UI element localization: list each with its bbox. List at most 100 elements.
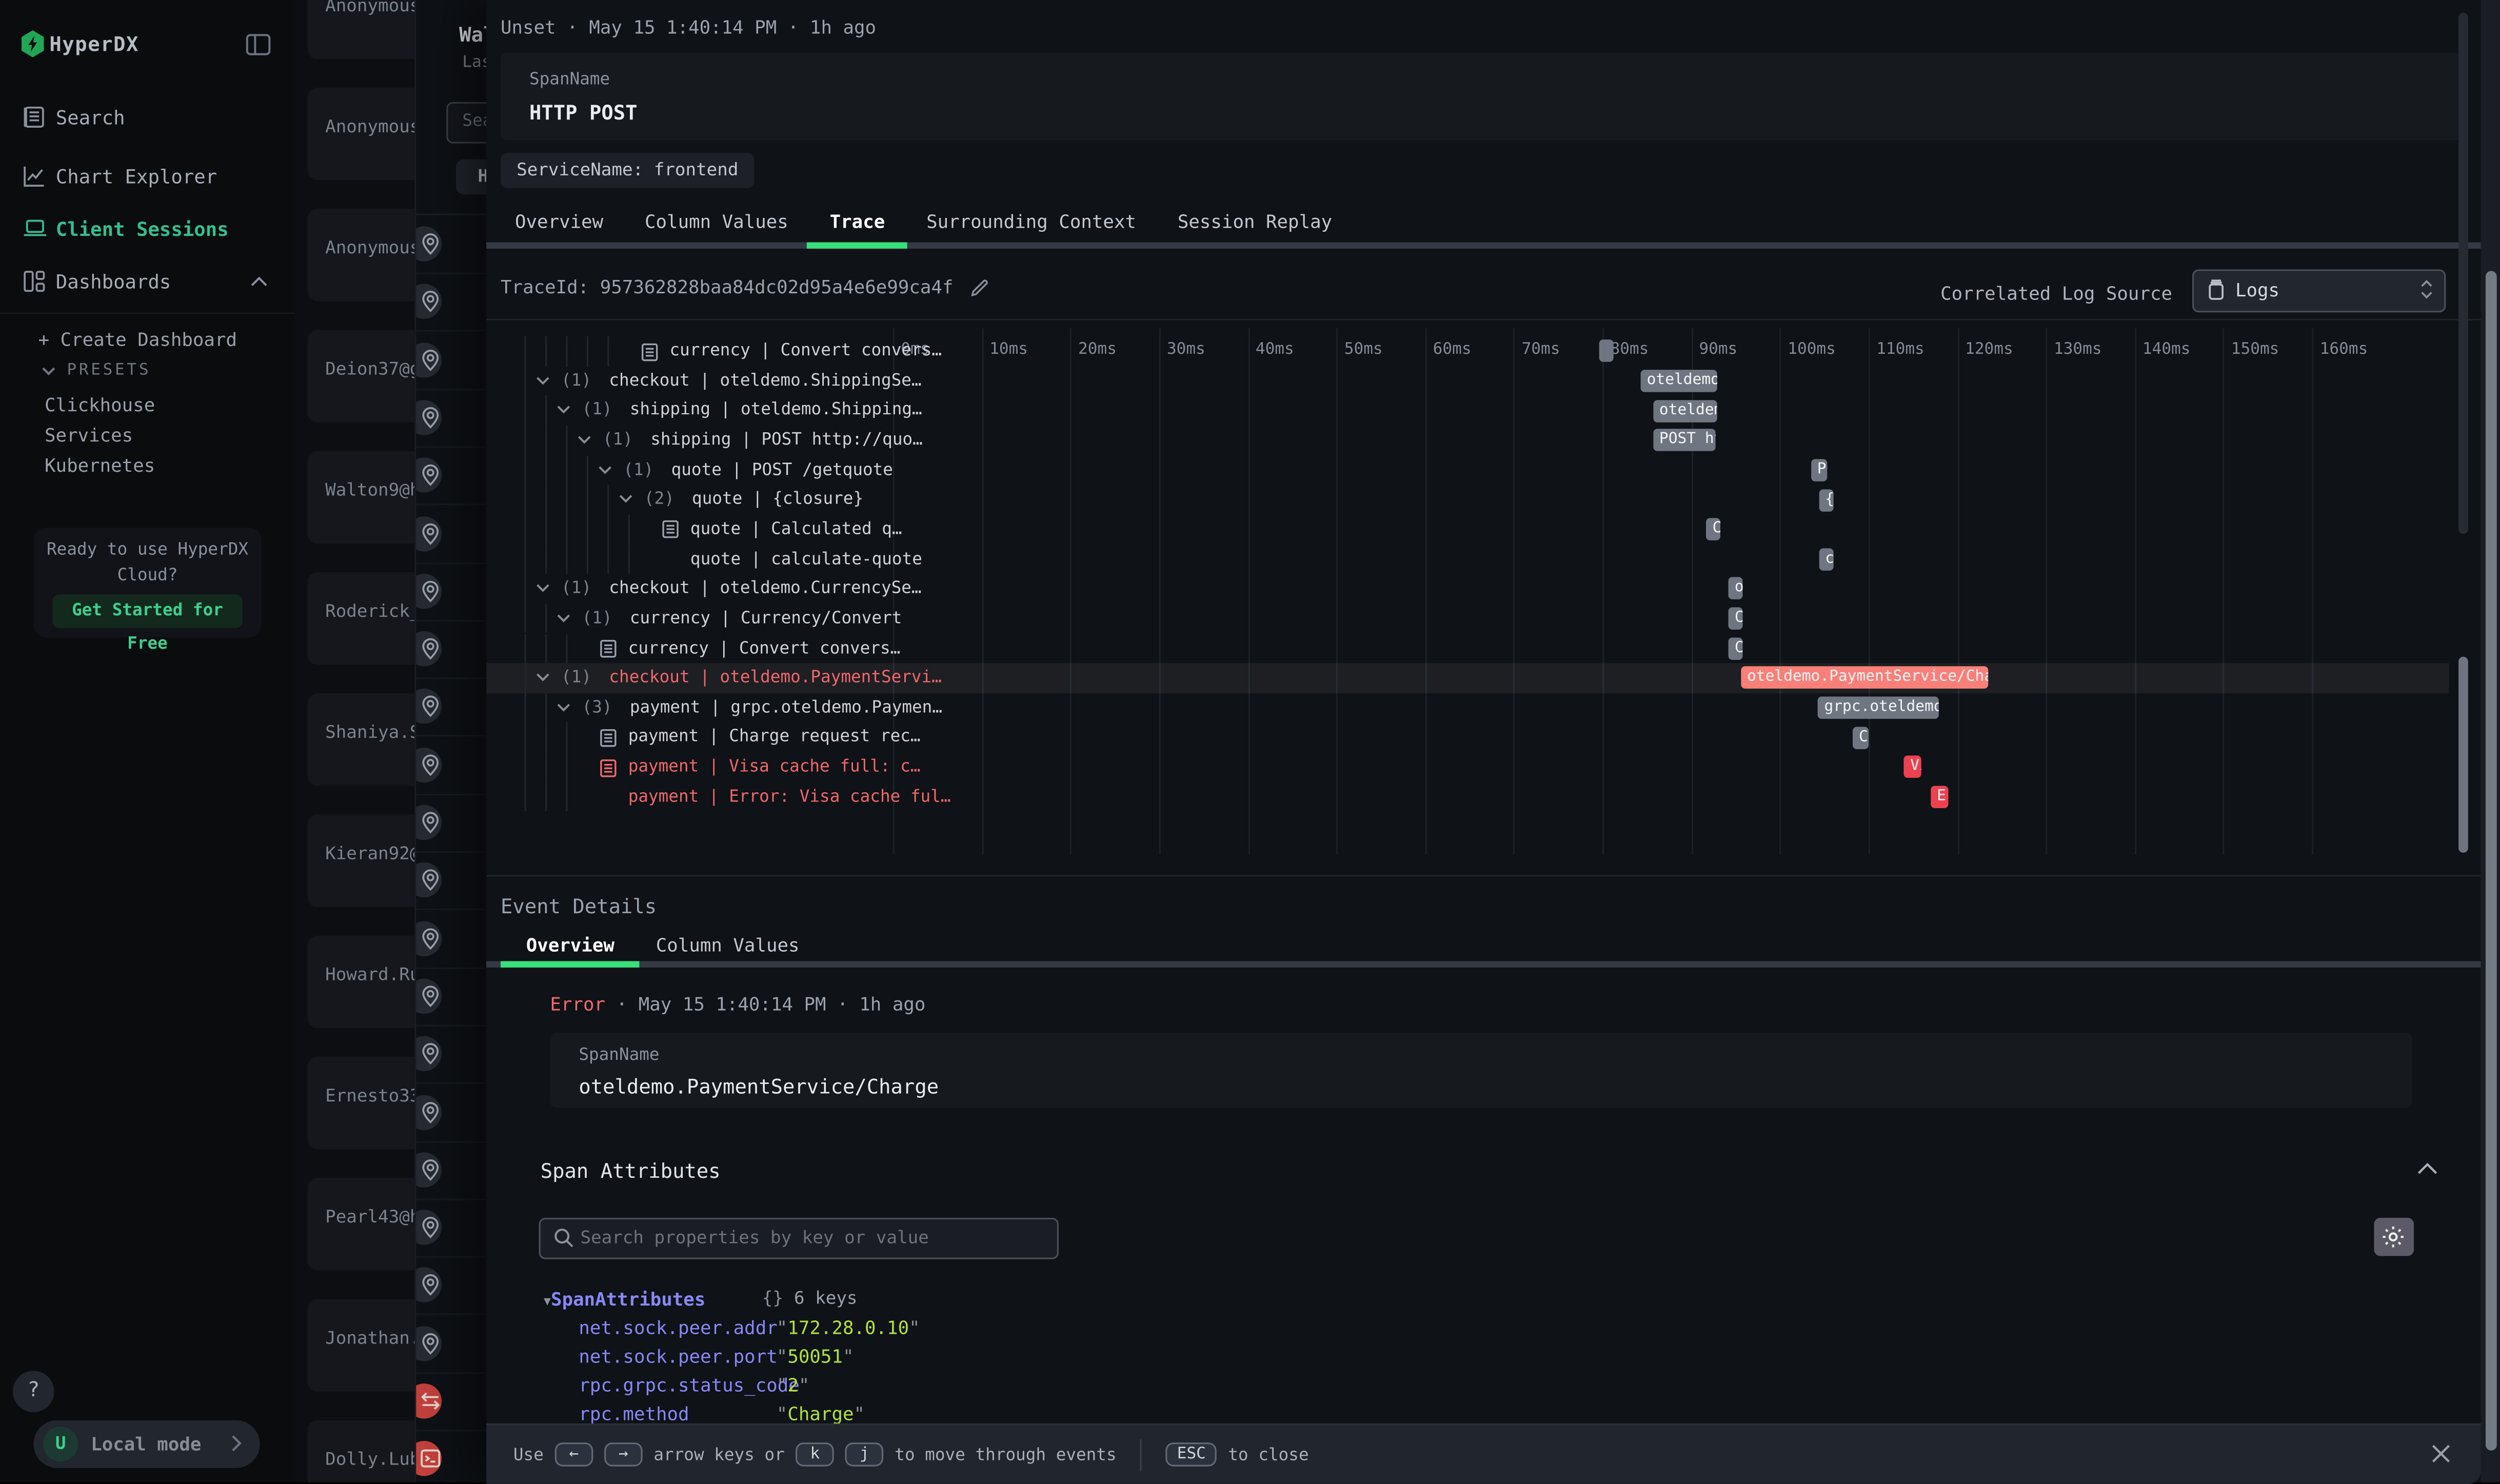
user-menu[interactable]: U Local mode — [33, 1420, 260, 1468]
tab-column-values[interactable]: Column Values — [645, 210, 788, 233]
location-pin-button[interactable] — [414, 920, 442, 955]
trace-row[interactable]: (1)currency | Currency/ConvertCurrency — [486, 604, 2449, 634]
trace-row[interactable]: (1)shipping | POST http://quo…POST htt — [486, 426, 2449, 455]
location-pin-button[interactable] — [414, 516, 442, 551]
span-duration-bar[interactable]: Calculated — [1706, 518, 1720, 541]
attribute-key[interactable]: net.sock.peer.addr — [579, 1317, 777, 1339]
location-pin-button[interactable] — [414, 1094, 442, 1129]
trace-row[interactable]: quote | Calculated q…Calculated — [486, 515, 2449, 545]
trace-row[interactable]: (1)checkout | oteldemo.CurrencySe…otelde… — [486, 574, 2449, 604]
chevron-down-icon[interactable] — [535, 375, 550, 385]
chevron-down-icon[interactable] — [577, 435, 591, 445]
chevron-down-icon[interactable] — [535, 584, 550, 593]
trace-row[interactable]: currency | Convert convers…Convert — [486, 634, 2449, 664]
sidebar-item-chart-explorer[interactable]: Chart Explorer — [0, 153, 295, 200]
attribute-key[interactable]: net.sock.peer.port — [579, 1345, 777, 1368]
create-dashboard-button[interactable]: + Create Dashboard — [38, 328, 237, 351]
sidebar-item-dashboards[interactable]: Dashboards — [0, 258, 295, 306]
span-duration-bar[interactable]: Charge — [1853, 727, 1869, 749]
chevron-down-icon[interactable] — [557, 613, 571, 623]
get-started-button[interactable]: Get Started for Free — [53, 594, 243, 628]
location-pin-button[interactable] — [414, 689, 442, 724]
session-card[interactable]: Deion37@gm — [308, 330, 414, 422]
log-source-select[interactable]: Logs — [2192, 269, 2446, 312]
chevron-down-icon[interactable] — [535, 673, 550, 683]
span-duration-bar[interactable]: oteldemo.PaymentService/Charge — [1741, 667, 1988, 690]
span-duration-bar[interactable]: POST htt — [1653, 429, 1715, 452]
session-search-input[interactable]: Sea — [446, 102, 488, 144]
location-pin-button[interactable] — [414, 284, 442, 319]
trace-row[interactable]: (1)checkout | oteldemo.ShippingSe…otelde… — [486, 366, 2449, 396]
exchange-arrows-button[interactable] — [414, 1383, 442, 1418]
tab-trace[interactable]: Trace — [830, 210, 885, 233]
tab-column-values[interactable]: Column Values — [656, 934, 800, 957]
session-card[interactable]: Anonymous — [308, 0, 414, 59]
location-pin-button[interactable] — [414, 1152, 442, 1187]
session-card[interactable]: Roderick_S — [308, 572, 414, 665]
tab-session-replay[interactable]: Session Replay — [1178, 210, 1332, 233]
modal-scrollbar-thumb[interactable] — [2485, 271, 2496, 1450]
session-filter-chip[interactable]: H — [456, 159, 488, 194]
sidebar-collapse-icon[interactable] — [246, 33, 271, 56]
location-pin-button[interactable] — [414, 458, 442, 493]
tab-overview[interactable]: Overview — [515, 210, 603, 233]
waterfall-scrollbar-thumb[interactable] — [2458, 657, 2468, 853]
attributes-root-row[interactable]: ▾SpanAttributes — [544, 1288, 705, 1311]
session-card[interactable]: Dolly.Lubo — [308, 1420, 414, 1482]
location-pin-button[interactable] — [414, 978, 442, 1013]
session-card[interactable]: Howard.Run — [308, 936, 414, 1028]
trace-row[interactable]: currency | Convert convers… — [486, 336, 2449, 366]
presets-toggle[interactable]: PRESETS — [42, 362, 151, 379]
span-duration-bar[interactable]: oteldemo.S — [1653, 399, 1717, 422]
trace-row[interactable]: payment | Error: Visa cache ful…Error — [486, 782, 2449, 812]
chevron-up-icon[interactable] — [2417, 1162, 2437, 1175]
session-card[interactable]: Kieran92@h — [308, 814, 414, 907]
trace-row[interactable]: quote | calculate-quotecalculate — [486, 545, 2449, 574]
span-duration-bar[interactable]: POST /getquote — [1811, 459, 1827, 482]
chevron-down-icon[interactable] — [557, 703, 571, 712]
tab-surrounding-context[interactable]: Surrounding Context — [926, 210, 1136, 233]
session-card[interactable]: Anonymous — [308, 209, 414, 301]
preset-clickhouse[interactable]: Clickhouse — [45, 394, 155, 416]
service-name-chip[interactable]: ServiceName: frontend — [501, 153, 754, 188]
attributes-search-input[interactable]: Search properties by key or value — [539, 1218, 1059, 1259]
terminal-button[interactable] — [414, 1441, 442, 1476]
span-duration-bar[interactable] — [1599, 340, 1613, 363]
tab-overview[interactable]: Overview — [526, 934, 614, 957]
span-duration-bar[interactable]: {closure} — [1819, 489, 1834, 511]
span-duration-bar[interactable]: grpc.oteldemo.Pay — [1818, 697, 1938, 719]
span-duration-bar[interactable]: Visa — [1904, 756, 1921, 779]
location-pin-button[interactable] — [414, 747, 442, 782]
trace-row[interactable]: payment | Charge request rec…Charge — [486, 723, 2449, 752]
session-card[interactable]: Jonathan.B — [308, 1299, 414, 1391]
close-icon[interactable] — [2430, 1442, 2452, 1465]
session-card[interactable]: Anonymous — [308, 88, 414, 180]
location-pin-button[interactable] — [414, 1210, 442, 1245]
span-duration-bar[interactable]: Currency — [1728, 608, 1742, 630]
trace-row[interactable]: payment | Visa cache full: c…Visa — [486, 752, 2449, 782]
span-duration-bar[interactable]: Error — [1931, 786, 1949, 809]
trace-row[interactable]: (1)quote | POST /getquotePOST /getquote — [486, 455, 2449, 485]
location-pin-button[interactable] — [414, 805, 442, 840]
trace-row[interactable]: (1)checkout | oteldemo.PaymentServi…otel… — [486, 664, 2449, 693]
session-card[interactable]: Ernesto33@ — [308, 1057, 414, 1149]
attributes-settings-button[interactable] — [2374, 1218, 2414, 1256]
session-card[interactable]: Walton9@ho — [308, 451, 414, 544]
trace-row[interactable]: (1)shipping | oteldemo.Shipping…oteldemo… — [486, 396, 2449, 426]
help-button[interactable]: ? — [13, 1371, 54, 1412]
span-duration-bar[interactable]: calculate — [1819, 548, 1834, 571]
location-pin-button[interactable] — [414, 631, 442, 666]
preset-services[interactable]: Services — [45, 424, 133, 447]
chevron-down-icon[interactable] — [598, 465, 612, 474]
trace-row[interactable]: (2)quote | {closure}{closure} — [486, 485, 2449, 515]
chevron-down-icon[interactable] — [557, 405, 571, 415]
attribute-key[interactable]: rpc.method — [579, 1402, 689, 1425]
sidebar-item-search[interactable]: Search — [0, 94, 295, 142]
location-pin-button[interactable] — [414, 400, 442, 435]
trace-row[interactable]: (3)payment | grpc.oteldemo.Paymen…grpc.o… — [486, 693, 2449, 723]
span-duration-bar[interactable]: oteldemo — [1728, 578, 1742, 600]
location-pin-button[interactable] — [414, 226, 442, 261]
location-pin-button[interactable] — [414, 1268, 442, 1302]
session-card[interactable]: Shaniya.Sc — [308, 693, 414, 786]
span-duration-bar[interactable]: Convert — [1728, 637, 1742, 660]
